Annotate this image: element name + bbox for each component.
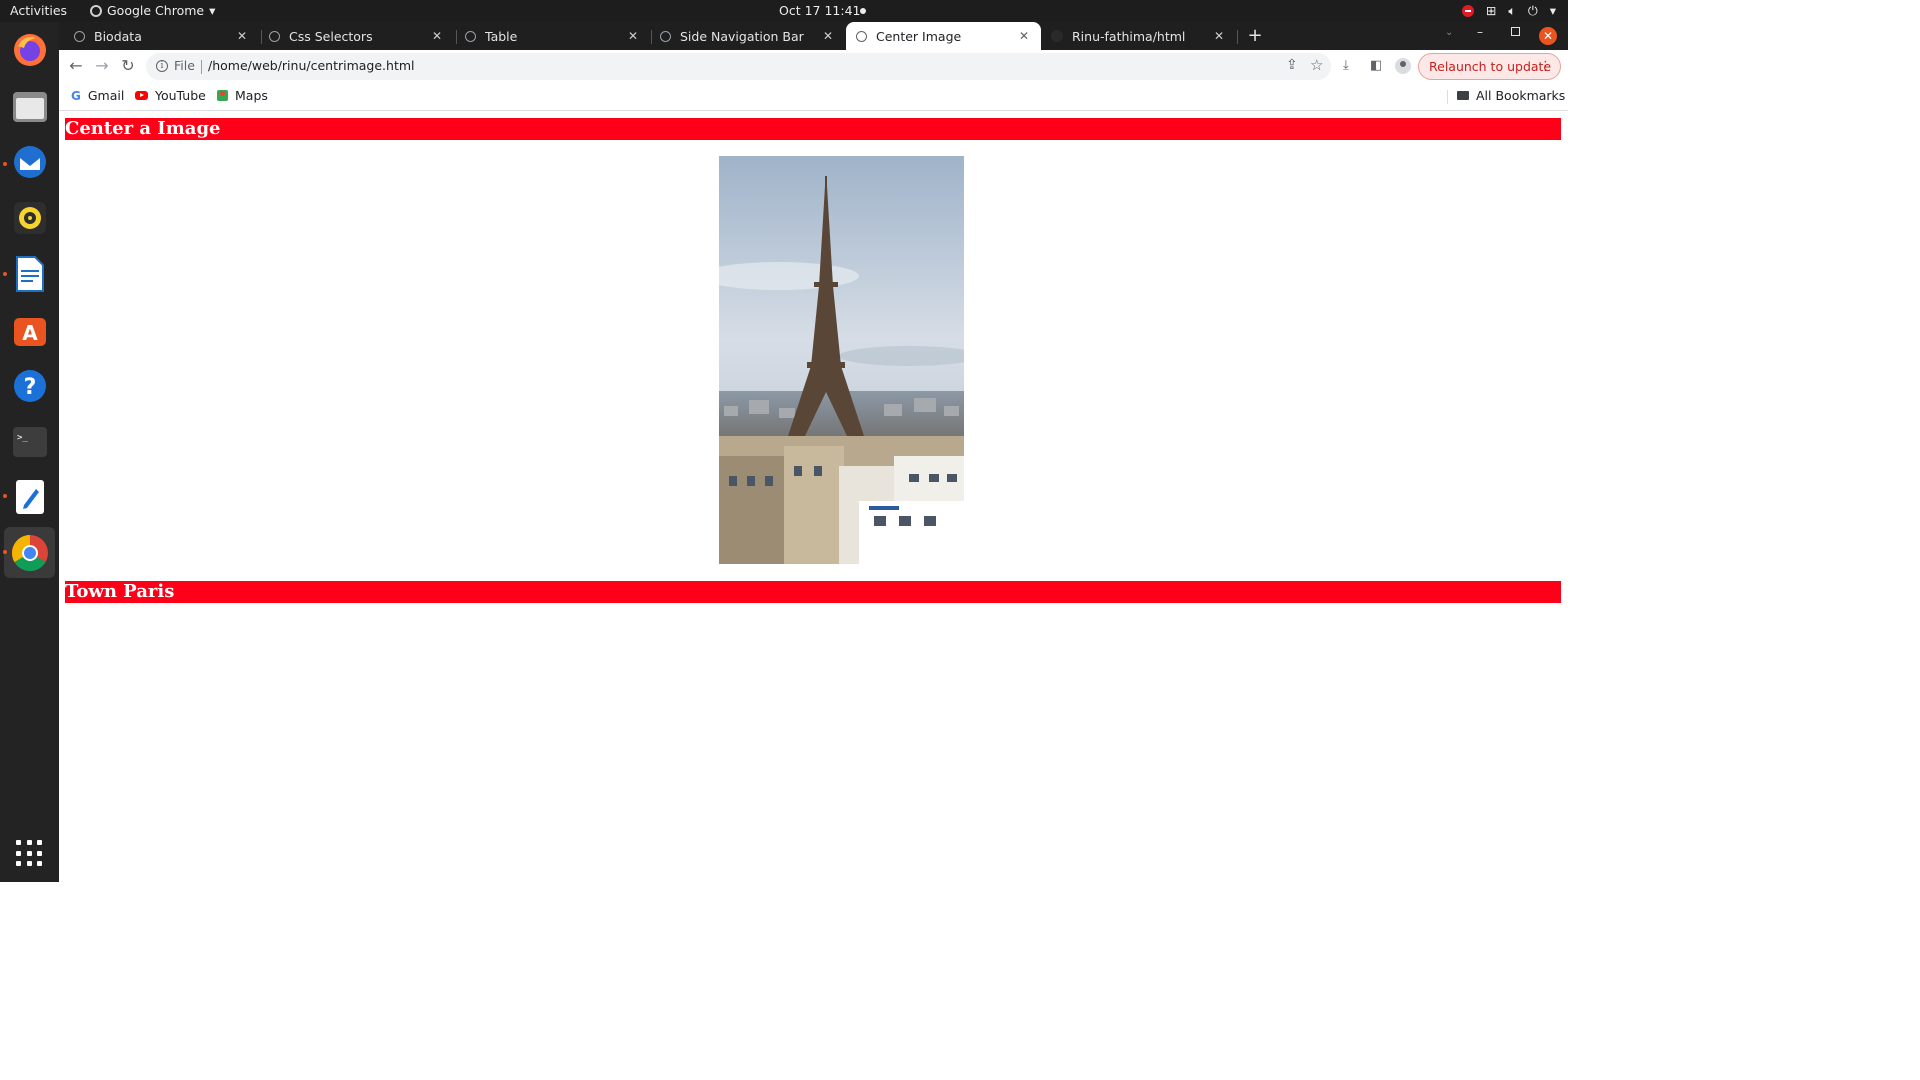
close-icon[interactable]: ✕ (626, 29, 640, 43)
text-editor-icon[interactable] (10, 477, 49, 516)
tab-css-selectors[interactable]: Css Selectors ✕ (259, 22, 454, 50)
bookmark-youtube[interactable]: YouTube (135, 88, 206, 103)
rhythmbox-icon[interactable] (10, 198, 49, 237)
clock[interactable]: Oct 17 11:41 (779, 0, 861, 22)
tab-label: Css Selectors (289, 28, 373, 44)
running-indicator (3, 272, 7, 276)
globe-icon (269, 30, 280, 42)
side-panel-icon[interactable]: ◧ (1370, 58, 1382, 73)
close-icon[interactable]: ✕ (1212, 29, 1226, 43)
chevron-down-icon: ▾ (209, 3, 216, 18)
running-indicator (3, 162, 7, 166)
url-text[interactable]: /home/web/rinu/centrimage.html (208, 58, 415, 73)
dock: A ? >_ (0, 22, 59, 882)
close-icon[interactable]: ✕ (1017, 29, 1031, 43)
show-applications-icon[interactable] (16, 840, 43, 867)
close-icon[interactable]: ✕ (235, 29, 249, 43)
close-icon[interactable]: ✕ (430, 29, 444, 43)
tab-side-navigation-bar[interactable]: Side Navigation Bar ✕ (650, 22, 845, 50)
folder-icon (1457, 91, 1469, 100)
all-bookmarks-button[interactable]: All Bookmarks (1457, 88, 1565, 103)
do-not-disturb-icon (1461, 5, 1474, 17)
system-top-bar: Activities Google Chrome ▾ Oct 17 11:41 … (0, 0, 1568, 22)
bookmark-gmail[interactable]: G Gmail (71, 88, 124, 103)
github-icon (1051, 30, 1063, 42)
network-icon: ⊞ (1485, 3, 1497, 18)
bookmark-label: Maps (235, 88, 268, 103)
tab-center-image[interactable]: Center Image ✕ (846, 22, 1041, 50)
tab-label: Side Navigation Bar (680, 28, 804, 44)
window-close-button[interactable]: ✕ (1539, 27, 1557, 45)
globe-icon (660, 30, 671, 42)
minimize-button[interactable]: – (1477, 25, 1483, 39)
google-icon: G (71, 88, 81, 103)
terminal-icon[interactable]: >_ (10, 422, 49, 461)
power-icon: ⏻ (1527, 3, 1538, 18)
help-icon[interactable]: ? (10, 366, 49, 405)
close-icon[interactable]: ✕ (821, 29, 835, 43)
system-tray[interactable]: ⊞ 🔈︎ ⏻ ▾ (1461, 0, 1556, 22)
svg-text:A: A (22, 321, 38, 345)
activities-button[interactable]: Activities (10, 0, 67, 22)
svg-text:>_: >_ (17, 433, 28, 443)
tab-label: Table (485, 28, 518, 44)
bookmarks-bar: G Gmail YouTube Maps All Bookmarks (59, 83, 1568, 111)
thunderbird-icon[interactable] (10, 142, 49, 181)
firefox-icon[interactable] (10, 30, 49, 69)
new-tab-button[interactable]: + (1245, 25, 1265, 47)
notification-dot-icon (860, 8, 866, 14)
eiffel-tower-image (719, 156, 964, 564)
youtube-icon (135, 91, 148, 100)
info-icon[interactable]: i (156, 60, 168, 72)
maps-icon (217, 90, 228, 101)
chevron-down-icon: ▾ (1549, 3, 1556, 18)
chrome-icon (90, 5, 102, 17)
page-content: Center a Image Town Paris (59, 112, 1568, 882)
more-menu-icon[interactable]: ⋮ (1539, 54, 1552, 79)
running-indicator (3, 494, 7, 498)
all-bookmarks-label: All Bookmarks (1476, 88, 1566, 103)
bookmark-label: Gmail (87, 88, 125, 103)
scheme-label: File (174, 58, 195, 73)
tab-label: Center Image (876, 28, 962, 44)
libreoffice-writer-icon[interactable] (10, 254, 49, 293)
tab-strip: Biodata ✕ Css Selectors ✕ Table ✕ Side N… (59, 22, 1568, 50)
browser-toolbar: ← → ↻ i File /home/web/rinu/centrimage.h… (59, 50, 1568, 83)
app-menu-label: Google Chrome (107, 3, 205, 18)
bookmark-maps[interactable]: Maps (217, 88, 268, 103)
tab-search-icon[interactable]: ⌄ (1445, 27, 1453, 38)
tab-biodata[interactable]: Biodata ✕ (64, 22, 259, 50)
running-indicator (3, 550, 7, 554)
globe-icon (856, 30, 867, 42)
heading-town-paris: Town Paris (65, 581, 1561, 603)
app-menu[interactable]: Google Chrome ▾ (90, 0, 215, 22)
tab-table[interactable]: Table ✕ (455, 22, 650, 50)
svg-text:?: ? (23, 375, 36, 400)
address-bar[interactable]: i File /home/web/rinu/centrimage.html ⇪ … (146, 53, 1331, 80)
profile-avatar[interactable] (1395, 58, 1411, 74)
download-icon[interactable]: ⤓ (1343, 58, 1349, 73)
volume-icon: 🔈︎ (1508, 3, 1516, 18)
globe-icon (465, 30, 476, 42)
bookmark-star-icon[interactable]: ☆ (1310, 56, 1323, 74)
relaunch-label: Relaunch to update (1429, 59, 1552, 74)
files-icon[interactable] (10, 86, 49, 125)
tab-rinu-fathima-html[interactable]: Rinu-fathima/html ✕ (1041, 22, 1236, 50)
bookmark-label: YouTube (155, 88, 206, 103)
heading-center-a-image: Center a Image (65, 118, 1561, 140)
browser-window: Biodata ✕ Css Selectors ✕ Table ✕ Side N… (59, 22, 1568, 882)
share-icon[interactable]: ⇪ (1286, 57, 1298, 73)
back-button[interactable]: ← (65, 55, 87, 77)
relaunch-to-update-button[interactable]: Relaunch to update ⋮ (1418, 53, 1561, 80)
tab-label: Rinu-fathima/html (1072, 28, 1186, 44)
software-center-icon[interactable]: A (10, 310, 49, 349)
maximize-button[interactable] (1511, 27, 1520, 36)
globe-icon (74, 30, 85, 42)
reload-button[interactable]: ↻ (117, 55, 139, 77)
chrome-icon[interactable] (4, 527, 55, 578)
forward-button[interactable]: → (91, 55, 113, 77)
tab-label: Biodata (94, 28, 142, 44)
